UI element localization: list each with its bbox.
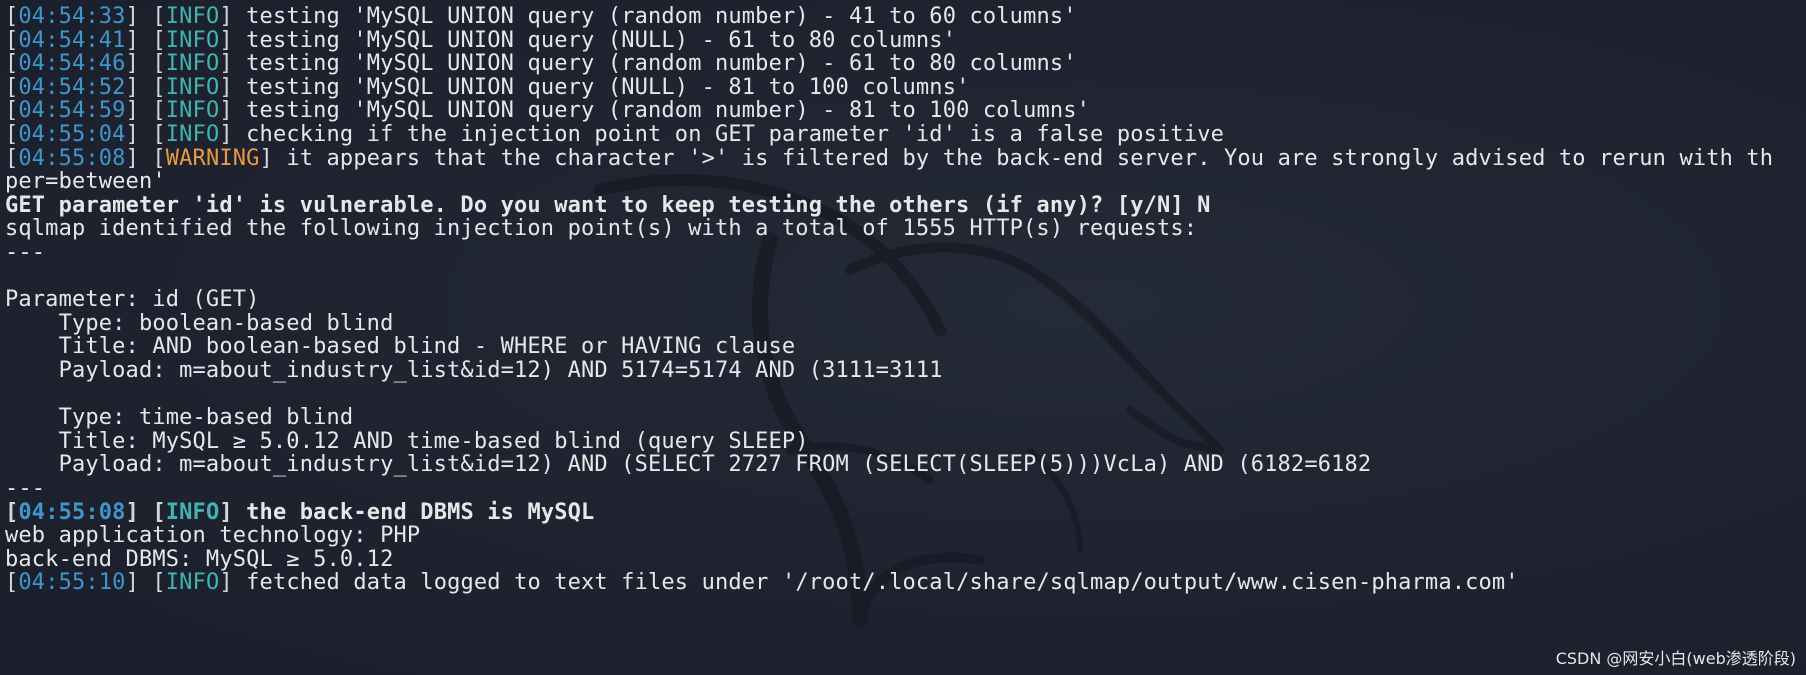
timestamp: 04:54:52 — [18, 74, 126, 100]
log-level: INFO — [165, 74, 220, 100]
terminal-line: [04:55:08] [WARNING] it appears that the… — [5, 145, 1773, 172]
timestamp: 04:55:04 — [18, 122, 126, 147]
bracket-close: ] — [259, 145, 273, 171]
bracket-open: [ — [5, 4, 19, 29]
timestamp: 04:54:33 — [18, 4, 126, 29]
watermark: CSDN @网安小白(web渗透阶段) — [1555, 649, 1796, 668]
bracket-open: [ — [5, 98, 19, 124]
bracket-open: [ — [5, 570, 19, 596]
bracket-open: [ — [5, 145, 19, 171]
log-message: testing 'MySQL UNION query (random numbe… — [232, 98, 1091, 124]
terminal-window[interactable]: [04:54:33] [INFO] testing 'MySQL UNION q… — [0, 0, 1806, 675]
bracket-close: ] — [219, 98, 233, 124]
log-message: testing 'MySQL UNION query (NULL) - 61 t… — [232, 27, 957, 53]
log-message: testing 'MySQL UNION query (random numbe… — [232, 51, 1077, 77]
bracket-mid: ] [ — [125, 499, 166, 525]
log-message: testing 'MySQL UNION query (NULL) - 81 t… — [232, 74, 970, 100]
bracket-mid: ] [ — [125, 4, 166, 29]
bracket-mid: ] [ — [125, 122, 166, 147]
bracket-open: [ — [5, 27, 19, 53]
log-level: INFO — [165, 51, 220, 77]
timestamp: 04:55:08 — [18, 499, 126, 525]
bracket-mid: ] [ — [125, 74, 166, 100]
bracket-open: [ — [5, 74, 19, 100]
timestamp: 04:54:41 — [18, 27, 126, 53]
bracket-close: ] — [219, 4, 233, 29]
log-message: testing 'MySQL UNION query (random numbe… — [232, 4, 1077, 29]
log-level: INFO — [165, 570, 220, 596]
terminal-line: --- — [5, 240, 46, 265]
terminal-line: [04:55:10] [INFO] fetched data logged to… — [5, 569, 1519, 596]
bracket-close: ] — [219, 74, 233, 100]
timestamp: 04:55:10 — [18, 570, 126, 596]
terminal-line: Payload: m=about_industry_list&id=12) AN… — [5, 452, 1372, 478]
bracket-open: [ — [5, 122, 19, 147]
timestamp: 04:54:46 — [18, 51, 126, 77]
log-level: INFO — [165, 499, 220, 525]
bracket-close: ] — [219, 499, 233, 525]
bracket-close: ] — [219, 570, 233, 596]
bracket-mid: ] [ — [125, 27, 166, 53]
timestamp: 04:55:08 — [18, 145, 126, 171]
log-level: INFO — [165, 27, 220, 53]
log-message: checking if the injection point on GET p… — [232, 122, 1225, 147]
log-message: fetched data logged to text files under … — [232, 570, 1519, 596]
log-level: INFO — [165, 98, 220, 124]
terminal-line: sqlmap identified the following injectio… — [5, 216, 1198, 242]
log-message: it appears that the character '>' is fil… — [272, 145, 1774, 171]
bracket-open: [ — [5, 499, 19, 525]
log-level: WARNING — [165, 145, 260, 171]
bracket-mid: ] [ — [125, 570, 166, 596]
bracket-mid: ] [ — [125, 51, 166, 77]
bracket-mid: ] [ — [125, 145, 166, 171]
bracket-open: [ — [5, 51, 19, 77]
log-level: INFO — [165, 4, 220, 29]
bracket-mid: ] [ — [125, 98, 166, 124]
log-message: the back-end DBMS is MySQL — [232, 499, 595, 525]
log-level: INFO — [165, 122, 220, 147]
bracket-close: ] — [219, 51, 233, 77]
terminal-line: Payload: m=about_industry_list&id=12) AN… — [5, 358, 943, 383]
bracket-close: ] — [219, 27, 233, 53]
timestamp: 04:54:59 — [18, 98, 126, 124]
bracket-close: ] — [219, 122, 233, 147]
